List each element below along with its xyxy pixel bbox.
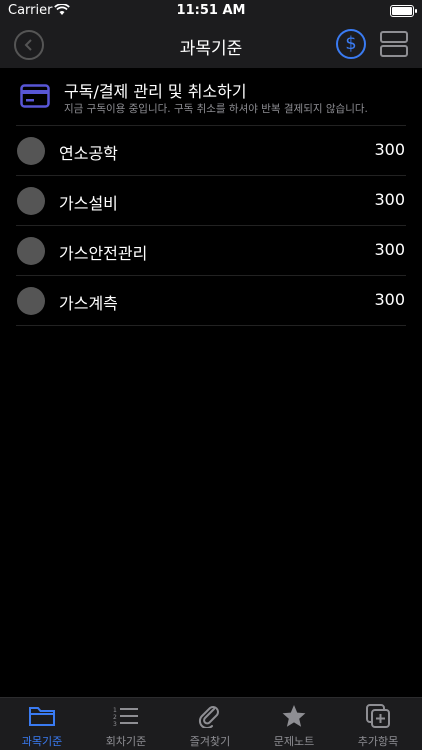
subject-name: 가스계측	[59, 294, 118, 313]
svg-text:2: 2	[113, 714, 117, 721]
tab-label: 회차기준	[105, 735, 147, 748]
subscription-manage-row[interactable]: 구독/결제 관리 및 취소하기 지금 구독이용 중입니다. 구독 취소를 하셔야…	[16, 72, 406, 126]
tab-label: 문제노트	[273, 735, 315, 748]
subject-count: 300	[374, 290, 405, 309]
dollar-icon: $	[345, 33, 357, 54]
folder-icon	[29, 707, 55, 726]
subject-name: 가스안전관리	[59, 244, 148, 263]
tab-label: 즐겨찾기	[189, 735, 231, 748]
tab-label: 추가항목	[357, 735, 399, 748]
status-bar: Carrier 11:51 AM	[0, 0, 422, 22]
layout-rows-icon	[380, 31, 408, 43]
battery-icon	[390, 5, 417, 17]
list-item[interactable]: 가스계측 300	[16, 276, 406, 326]
subject-dot	[17, 187, 45, 215]
tab-bar: 과목기준 1 2 3 회차기준 즐겨찾기 문제노트 추가항목	[0, 697, 422, 750]
subscription-title: 구독/결제 관리 및 취소하기	[64, 82, 247, 101]
subject-count: 300	[374, 190, 405, 209]
add-square-icon	[366, 704, 390, 728]
layout-toggle-button[interactable]	[378, 29, 410, 59]
paperclip-icon	[198, 706, 219, 728]
svg-text:1: 1	[113, 707, 117, 714]
subject-name: 연소공학	[59, 144, 118, 163]
tab-more[interactable]: 추가항목	[336, 698, 420, 750]
layout-rows-icon	[380, 45, 408, 57]
subject-list: 연소공학 300 가스설비 300 가스안전관리 300 가스계측 300	[16, 126, 406, 326]
status-time: 11:51 AM	[176, 3, 246, 18]
svg-text:3: 3	[113, 721, 117, 728]
list-item[interactable]: 가스설비 300	[16, 176, 406, 226]
star-icon	[282, 705, 306, 727]
list-item[interactable]: 연소공학 300	[16, 126, 406, 176]
tab-session[interactable]: 1 2 3 회차기준	[84, 698, 168, 750]
credit-card-icon	[20, 84, 50, 108]
tab-label: 과목기준	[21, 735, 63, 748]
numbered-list-icon: 1 2 3	[113, 707, 138, 728]
subject-count: 300	[374, 240, 405, 259]
subject-dot	[17, 287, 45, 315]
subject-count: 300	[374, 140, 405, 159]
subscription-description: 지금 구독이용 중입니다. 구독 취소를 하셔야 반복 결제되지 않습니다.	[64, 103, 368, 115]
tab-subject[interactable]: 과목기준	[0, 698, 84, 750]
dollar-button[interactable]: $	[336, 29, 366, 59]
subject-dot	[17, 237, 45, 265]
tab-favorites[interactable]: 즐겨찾기	[168, 698, 252, 750]
nav-bar: 과목기준 $	[0, 22, 422, 68]
subject-dot	[17, 137, 45, 165]
subject-name: 가스설비	[59, 194, 118, 213]
list-item[interactable]: 가스안전관리 300	[16, 226, 406, 276]
tab-notes[interactable]: 문제노트	[252, 698, 336, 750]
